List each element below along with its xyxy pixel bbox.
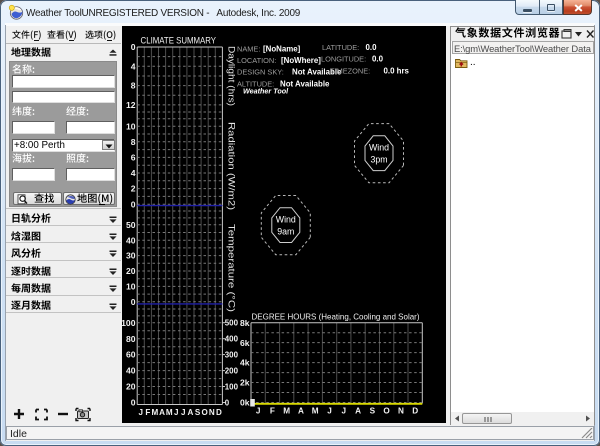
svg-text:400: 400: [225, 335, 239, 344]
svg-text:Weather Tool: Weather Tool: [243, 87, 289, 96]
svg-text:LOCATION:: LOCATION:: [237, 56, 276, 65]
svg-text:A: A: [355, 406, 361, 415]
svg-text:500: 500: [225, 319, 239, 328]
svg-text:DESIGN SKY:: DESIGN SKY:: [237, 68, 284, 77]
svg-text:200: 200: [225, 367, 239, 376]
svg-text:M: M: [312, 406, 319, 415]
svg-text:6: 6: [131, 153, 136, 163]
svg-text:30: 30: [126, 251, 136, 261]
svg-text:J: J: [181, 408, 186, 417]
svg-text:LONGITUDE:: LONGITUDE:: [321, 55, 366, 64]
svg-text:9am: 9am: [277, 227, 294, 237]
svg-text:6k: 6k: [240, 338, 250, 348]
svg-text:80: 80: [126, 334, 136, 344]
svg-text:[NoWhere]: [NoWhere]: [281, 56, 321, 65]
svg-text:300: 300: [225, 351, 239, 360]
svg-text:8k: 8k: [240, 318, 250, 328]
svg-text:4: 4: [131, 61, 136, 71]
svg-text:0: 0: [131, 398, 136, 408]
svg-text:CLIMATE SUMMARY: CLIMATE SUMMARY: [141, 35, 217, 45]
svg-text:A: A: [298, 406, 304, 415]
svg-text:12: 12: [126, 100, 136, 110]
svg-text:[NoName]: [NoName]: [263, 44, 301, 53]
svg-text:60: 60: [126, 350, 136, 360]
svg-text:S: S: [195, 408, 201, 417]
svg-text:100: 100: [122, 318, 136, 328]
svg-text:Temperature (°C): Temperature (°C): [227, 224, 237, 312]
svg-text:D: D: [216, 408, 222, 417]
svg-text:TIMEZONE:: TIMEZONE:: [330, 66, 370, 75]
svg-text:S: S: [370, 406, 376, 415]
svg-text:J: J: [139, 408, 144, 417]
svg-text:10: 10: [126, 121, 136, 131]
svg-text:3pm: 3pm: [370, 155, 387, 165]
svg-text:10: 10: [126, 282, 136, 292]
svg-text:M: M: [152, 408, 159, 417]
svg-text:20: 20: [126, 382, 136, 392]
svg-text:2: 2: [131, 184, 136, 194]
svg-text:M: M: [166, 408, 173, 417]
svg-text:M: M: [283, 406, 290, 415]
svg-text:J: J: [256, 406, 261, 415]
svg-text:A: A: [159, 408, 165, 417]
svg-text:0: 0: [225, 398, 230, 407]
svg-text:J: J: [342, 406, 347, 415]
svg-text:J: J: [327, 406, 332, 415]
svg-text:0.0: 0.0: [366, 43, 378, 52]
svg-text:0k: 0k: [240, 398, 250, 408]
svg-text:20: 20: [126, 266, 136, 276]
svg-text:0: 0: [131, 199, 136, 209]
svg-text:DEGREE HOURS (Heating, Cooling: DEGREE HOURS (Heating, Cooling and Solar…: [252, 312, 420, 322]
svg-text:LATITUDE:: LATITUDE:: [322, 43, 359, 52]
svg-text:0: 0: [131, 297, 136, 307]
svg-text:0: 0: [131, 42, 136, 52]
svg-text:Wind: Wind: [276, 215, 296, 225]
svg-text:NAME:: NAME:: [237, 44, 260, 53]
svg-text:Wind: Wind: [369, 143, 389, 153]
svg-text:N: N: [398, 406, 404, 415]
svg-text:2k: 2k: [240, 378, 250, 388]
svg-text:50: 50: [126, 220, 136, 230]
svg-text:40: 40: [126, 366, 136, 376]
svg-text:Radiation (W/m2): Radiation (W/m2): [227, 122, 237, 210]
svg-text:O: O: [383, 406, 390, 415]
svg-text:8: 8: [131, 137, 136, 147]
svg-text:F: F: [270, 406, 275, 415]
svg-text:100: 100: [225, 382, 239, 391]
svg-text:N: N: [209, 408, 215, 417]
svg-text:J: J: [174, 408, 179, 417]
svg-text:4: 4: [131, 168, 136, 178]
svg-text:F: F: [145, 408, 150, 417]
svg-text:8: 8: [131, 81, 136, 91]
svg-text:D: D: [412, 406, 418, 415]
svg-text:40: 40: [126, 235, 136, 245]
svg-text:0.0 hrs: 0.0 hrs: [384, 66, 410, 75]
svg-text:0.0: 0.0: [372, 55, 384, 64]
svg-text:A: A: [187, 408, 193, 417]
svg-text:4k: 4k: [240, 358, 250, 368]
svg-text:Daylight (hrs): Daylight (hrs): [227, 46, 237, 106]
svg-text:O: O: [202, 408, 208, 417]
